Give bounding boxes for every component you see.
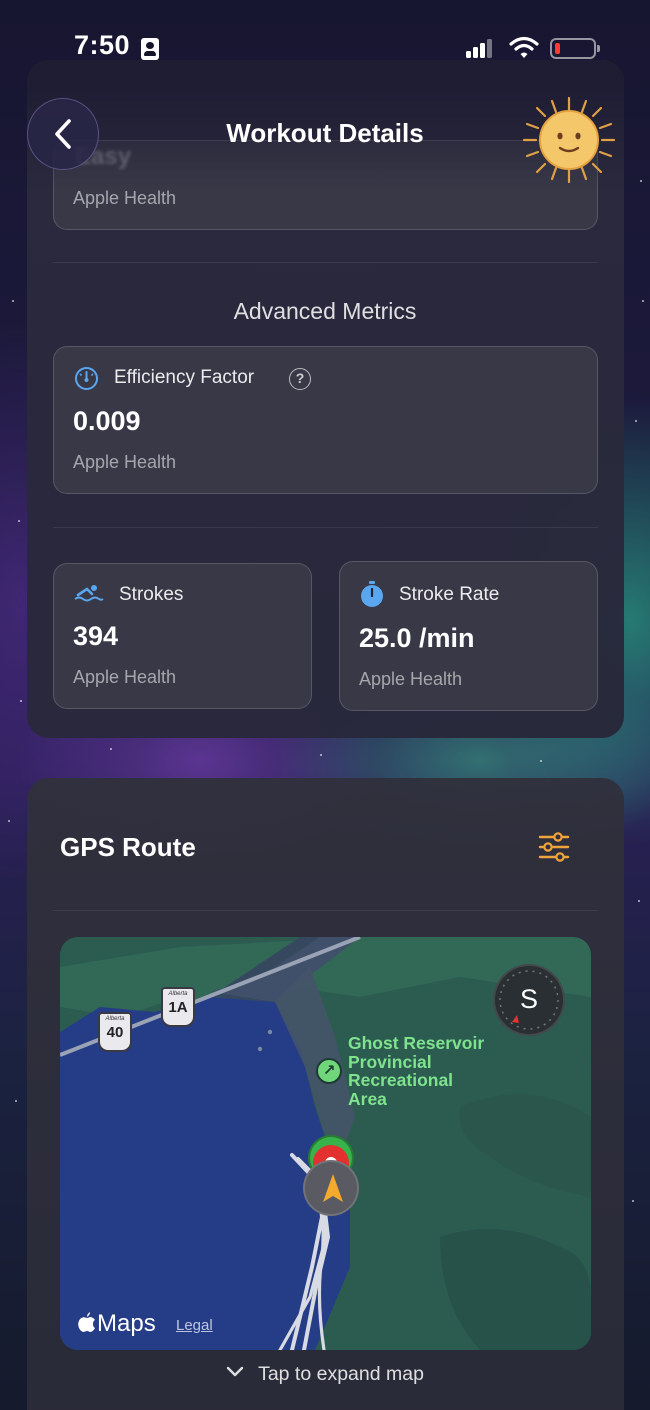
gps-route-title: GPS Route <box>60 832 196 862</box>
compass-button[interactable]: S <box>493 964 565 1036</box>
highway-shield-40: Alberta 40 <box>98 1012 132 1052</box>
place-line: Area <box>348 1088 387 1109</box>
swimmer-icon <box>74 585 104 602</box>
apple-maps-logo: Maps <box>77 1310 156 1338</box>
gauge-icon <box>75 367 98 390</box>
battery-icon <box>550 38 600 59</box>
legal-link[interactable]: Legal <box>176 1317 213 1334</box>
strokes-label: Strokes <box>119 584 184 605</box>
chevron-down-icon <box>226 1366 244 1377</box>
highway-caption: Alberta <box>105 1016 125 1022</box>
stroke-rate-value: 25.0 /min <box>359 623 475 653</box>
strokes-source: Apple Health <box>73 667 177 687</box>
navigation-arrow <box>323 1174 343 1202</box>
maps-brand-text: Maps <box>97 1310 156 1337</box>
battery-level <box>555 43 560 54</box>
divider <box>53 527 598 528</box>
highway-number: 40 <box>106 1024 124 1041</box>
route-map[interactable]: Alberta 40 Alberta 1A ↗ S <box>60 937 591 1350</box>
contact-card-icon <box>141 38 159 60</box>
highway-caption: Alberta <box>168 991 188 997</box>
expand-map-button[interactable]: Tap to expand map <box>0 1363 650 1386</box>
sun-icon[interactable] <box>522 96 616 184</box>
place-line: Recreational <box>348 1070 454 1090</box>
divider <box>53 262 598 263</box>
status-time: 7:50 <box>74 30 131 60</box>
highway-shield-1a: Alberta 1A <box>161 987 195 1027</box>
stroke-rate-source: Apple Health <box>359 669 463 689</box>
cellular-signal-icon <box>466 39 494 58</box>
advanced-metrics-title: Advanced Metrics <box>233 298 417 324</box>
expand-map-label: Tap to expand map <box>258 1363 424 1385</box>
place-line: Ghost Reservoir <box>348 1033 485 1053</box>
highway-number: 1A <box>168 999 188 1016</box>
hiker-icon: ↗ <box>316 1058 342 1084</box>
previous-metric-source: Apple Health <box>73 188 177 208</box>
stroke-rate-label: Stroke Rate <box>399 584 500 605</box>
place-line: Provincial <box>348 1051 432 1072</box>
map-place-label[interactable]: Ghost Reservoir Provincial Recreational … <box>348 1034 484 1108</box>
stopwatch-icon <box>361 581 383 607</box>
efficiency-factor-value: 0.009 <box>73 406 141 436</box>
strokes-value: 394 <box>73 621 119 651</box>
wifi-icon <box>509 36 539 58</box>
efficiency-factor-source: Apple Health <box>73 452 177 472</box>
help-icon[interactable]: ? <box>289 368 311 390</box>
apple-icon <box>78 1312 95 1332</box>
sliders-icon[interactable] <box>538 832 570 862</box>
location-arrow-icon <box>303 1160 359 1216</box>
divider <box>53 910 598 911</box>
efficiency-factor-label: Efficiency Factor <box>114 367 255 388</box>
compass-letter: S <box>519 984 538 1014</box>
